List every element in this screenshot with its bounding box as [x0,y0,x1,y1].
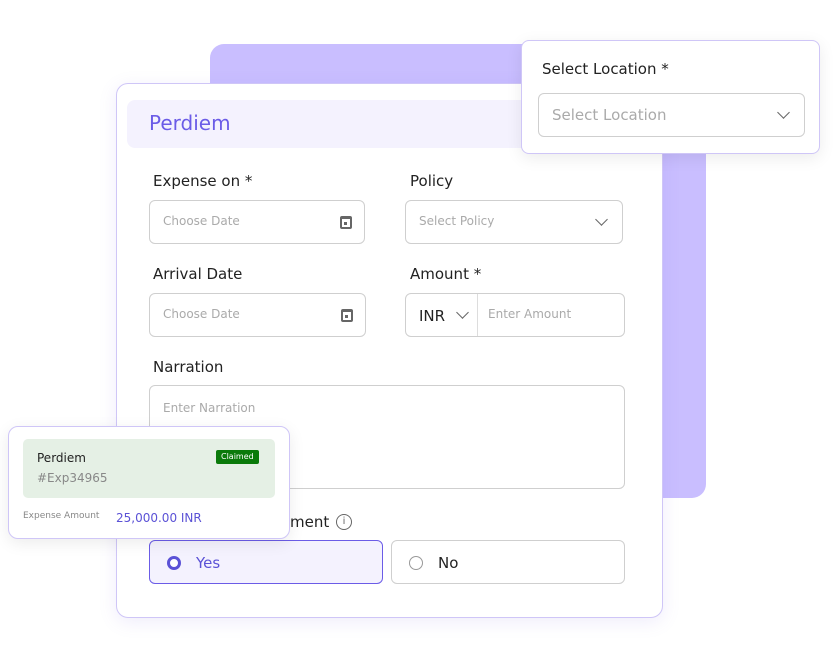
radio-unselected-icon [409,556,423,570]
amount-field: INR Enter Amount [405,293,625,337]
chevron-down-icon [777,106,790,119]
arrival-date-input[interactable]: Choose Date [149,293,366,337]
calendar-icon[interactable] [340,216,352,229]
expense-title: Perdiem [37,451,86,465]
arrival-date-label: Arrival Date [153,265,243,283]
option-no[interactable]: No [391,540,625,584]
radio-selected-icon [167,556,181,570]
currency-value: INR [419,307,446,325]
placeholder: Select Location [552,106,667,124]
amount-label: Expense Amount [23,511,100,521]
info-icon[interactable]: i [336,514,352,530]
reimbursement-label: ment [290,513,330,531]
expense-summary-card[interactable]: Perdiem #Exp34965 Claimed Expense Amount… [8,426,290,539]
expense-on-label: Expense on * [153,172,253,190]
placeholder: Enter Narration [163,401,256,415]
expense-info: Perdiem #Exp34965 Claimed [23,439,275,498]
policy-label: Policy [410,172,454,190]
narration-label: Narration [153,358,224,376]
expense-on-date-input[interactable]: Choose Date [149,200,365,244]
location-popup: Select Location * Select Location [521,40,820,154]
calendar-icon[interactable] [341,309,353,322]
placeholder: Select Policy [419,214,495,228]
option-yes[interactable]: Yes [149,540,383,584]
status-badge: Claimed [216,450,259,464]
chevron-down-icon [595,213,608,226]
currency-select[interactable]: INR [406,294,478,336]
option-label: Yes [196,554,221,572]
chevron-down-icon [456,306,469,319]
amount-input[interactable]: Enter Amount [488,307,571,321]
placeholder: Choose Date [163,307,240,321]
option-label: No [438,554,459,572]
placeholder: Choose Date [163,214,240,228]
form-title: Perdiem [149,111,231,135]
location-select[interactable]: Select Location [538,93,805,137]
amount-label: Amount * [410,265,482,283]
policy-select[interactable]: Select Policy [405,200,623,244]
location-label: Select Location * [542,60,669,78]
expense-id: #Exp34965 [37,471,108,485]
amount-value: 25,000.00 INR [116,511,202,525]
